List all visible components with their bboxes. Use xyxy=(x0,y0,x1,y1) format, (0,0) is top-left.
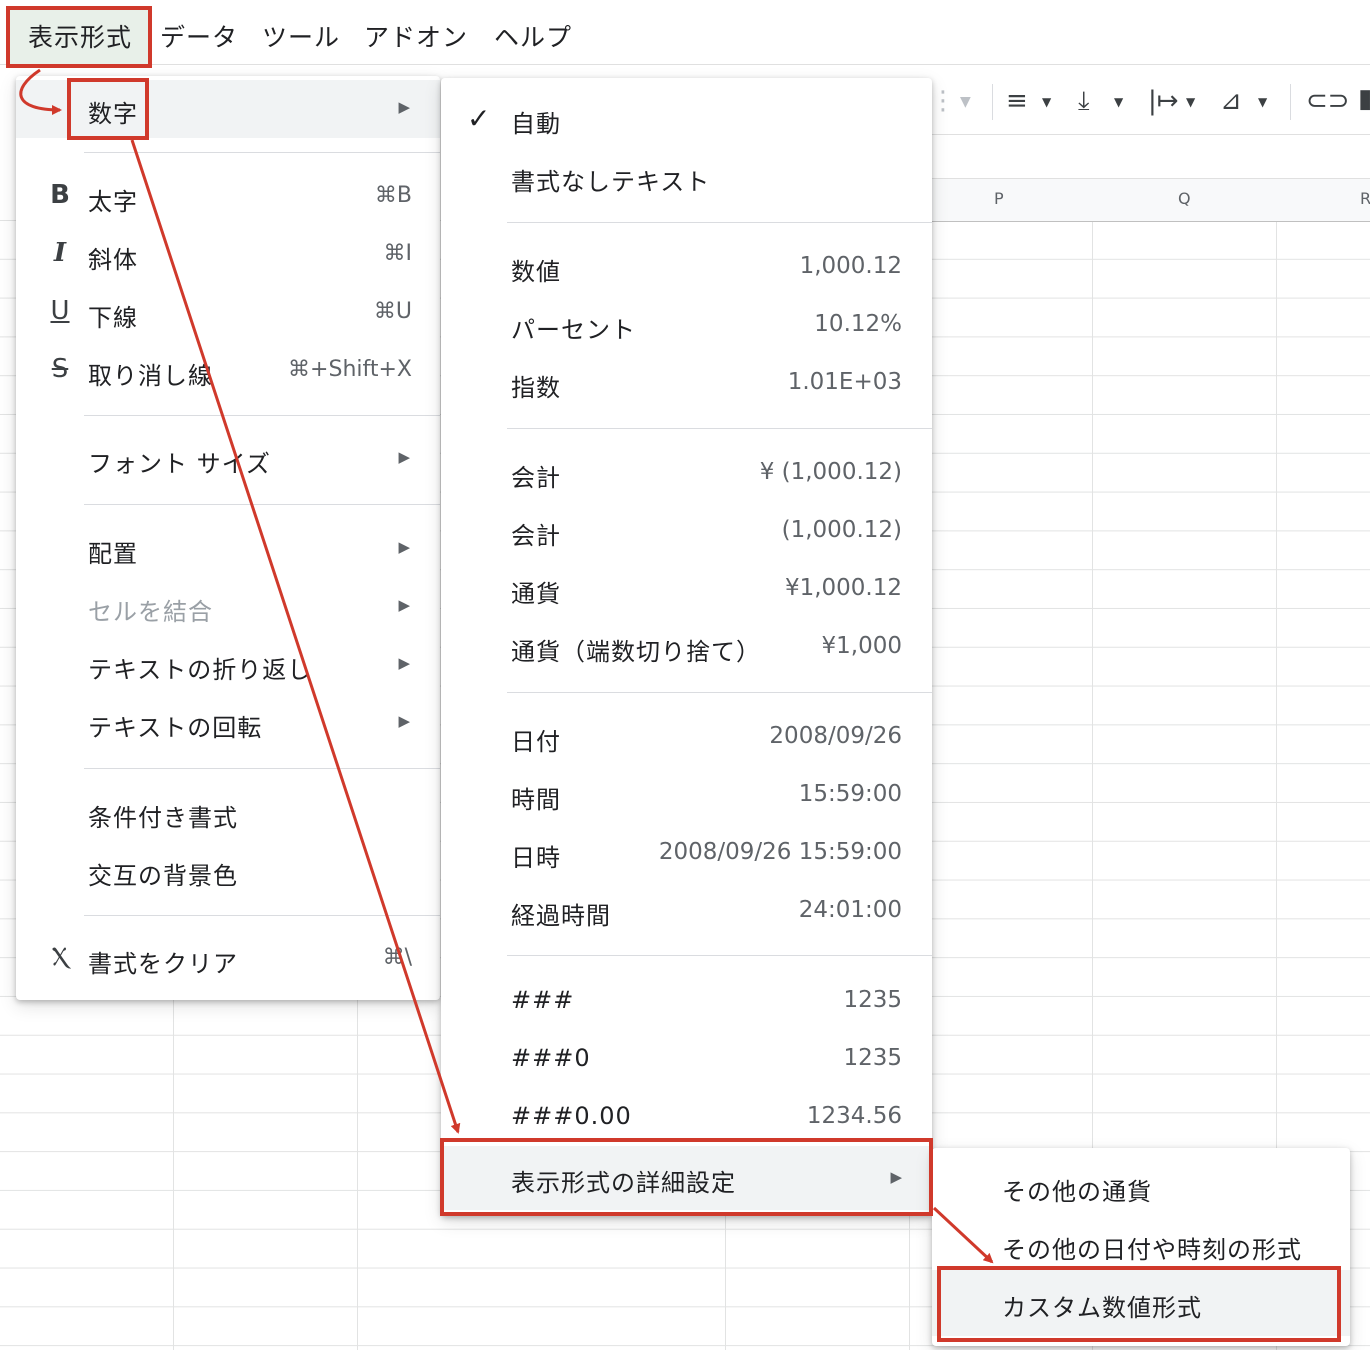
arrow-format-to-number xyxy=(19,68,62,115)
arrow-number-to-more-formats xyxy=(130,139,461,1134)
annotation-arrows xyxy=(19,68,994,1264)
arrow-more-formats-to-custom xyxy=(932,1206,994,1264)
